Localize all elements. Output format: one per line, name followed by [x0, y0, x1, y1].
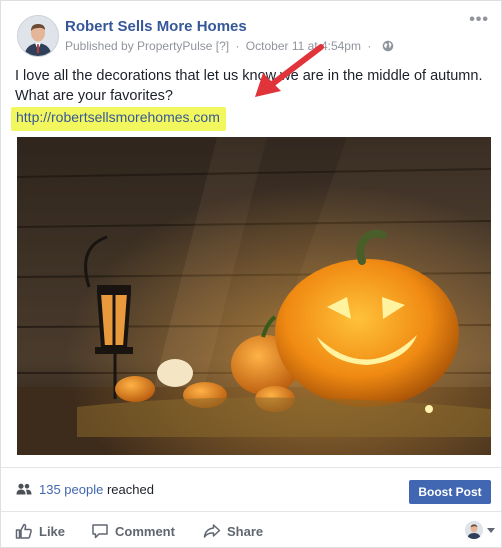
meta-separator: · [235, 39, 240, 53]
post-photo[interactable] [17, 137, 491, 455]
reach-bar: 135 people reached Boost Post [1, 467, 501, 512]
comment-icon [92, 524, 108, 539]
action-bar: Like Comment Share [1, 511, 501, 548]
reach-suffix: reached [103, 482, 154, 497]
poster-avatar-small[interactable] [465, 521, 483, 539]
post-link[interactable]: http://robertsellsmorehomes.com [16, 109, 220, 125]
post-meta: Published by PropertyPulse [?] · October… [65, 39, 394, 53]
share-label: Share [227, 524, 264, 539]
comment-label: Comment [115, 524, 175, 539]
help-marker[interactable]: [?] [216, 39, 229, 53]
reach-count[interactable]: 135 people [39, 482, 103, 497]
post-card: Robert Sells More Homes Published by Pro… [0, 0, 502, 548]
share-button[interactable]: Share [203, 522, 263, 540]
post-text: I love all the decorations that let us k… [15, 68, 483, 104]
thumbs-up-icon [15, 523, 32, 539]
meta-separator-2: · [367, 39, 372, 53]
published-by[interactable]: Published by PropertyPulse [65, 39, 212, 53]
boost-post-button[interactable]: Boost Post [409, 480, 491, 504]
globe-icon[interactable] [382, 40, 394, 52]
like-label: Like [39, 524, 66, 539]
reach-summary: 135 people reached [39, 482, 154, 497]
comment-button[interactable]: Comment [91, 522, 175, 540]
arrow-annotation [255, 44, 324, 97]
chevron-down-icon[interactable] [487, 528, 495, 533]
like-button[interactable]: Like [15, 522, 65, 540]
avatar[interactable] [17, 15, 59, 57]
page-name[interactable]: Robert Sells More Homes [65, 18, 247, 35]
more-options-icon[interactable]: ••• [469, 11, 489, 29]
share-icon [203, 524, 221, 538]
people-icon [16, 483, 32, 495]
link-highlight: http://robertsellsmorehomes.com [11, 107, 226, 131]
